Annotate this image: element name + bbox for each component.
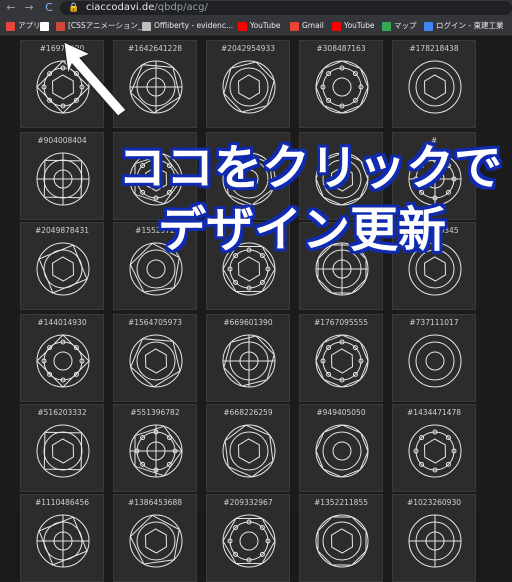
design-card[interactable]: #144014930 [20,314,104,402]
sigil-design-icon [222,334,276,388]
sigil-design-icon [36,334,90,388]
design-id-label: #209332967 [223,498,273,507]
design-id-label: #1434471478 [406,408,461,417]
sigil-design-icon [222,424,276,478]
sigil-design-icon [408,424,462,478]
bookmark-item[interactable]: Offliberty - evidenc... [142,16,233,35]
design-id-label: #669601390 [223,318,273,327]
design-id-label: #949405050 [316,408,366,417]
overlay-caption-line2: デザイン更新 [158,202,447,258]
bookmark-icon [290,21,299,31]
design-id-label: #551396782 [130,408,180,417]
bookmark-item[interactable]: Gmail [290,16,324,35]
bookmark-item[interactable] [40,16,52,35]
sigil-design-icon [129,514,183,568]
design-card[interactable]: #516203332 [20,404,104,492]
bookmark-item[interactable]: アプリ [6,16,41,35]
bookmark-icon [6,21,15,31]
bookmark-label: アプリ [18,21,41,30]
bookmark-icon [56,21,65,31]
bookmark-label: YouTube [344,21,375,30]
design-card[interactable]: #1023260930 [392,494,476,582]
sigil-design-icon [129,334,183,388]
bookmarks-bar: アプリ [CSSアニメーション_ Offliberty - evidenc... Yo… [0,16,512,36]
design-card[interactable]: #1352211855 [299,494,383,582]
lock-icon: 🔒 [68,3,80,13]
sigil-design-icon [36,152,90,206]
sigil-design-icon [408,334,462,388]
design-id-label: #668226259 [223,408,273,417]
design-id-label: #1023260930 [406,498,461,507]
bookmark-icon [238,21,247,31]
sigil-design-icon [36,514,90,568]
design-card[interactable]: #949405050 [299,404,383,492]
design-card[interactable]: #209332967 [206,494,290,582]
bookmark-item[interactable]: ログイン - 東建工業 [424,16,503,35]
url-host: ciaccodavi.de [86,2,155,13]
sigil-design-icon [408,514,462,568]
bookmark-item[interactable]: YouTube [238,16,281,35]
reload-button[interactable]: C [42,1,56,15]
design-card[interactable]: #1564705973 [113,314,197,402]
back-button[interactable]: ← [4,1,18,15]
bookmark-label: ログイン - 東建工業 [436,21,504,30]
bookmark-label: [CSSアニメーション_ [68,21,142,30]
design-card[interactable]: #2042954933 [206,40,290,128]
sigil-design-icon [315,424,369,478]
bookmark-label: Offliberty - evidenc... [154,21,234,30]
bookmark-label: マップ [394,21,417,30]
design-id-label: #2042954933 [220,44,275,53]
bookmark-icon [40,21,49,31]
sigil-design-icon [315,514,369,568]
bookmark-label: Gmail [302,21,324,30]
design-id-label: #144014930 [37,318,87,327]
design-id-label: #904008404 [37,136,87,145]
bookmark-item[interactable]: YouTube [332,16,375,35]
url-path: /qbdp/acg/ [154,2,208,13]
sigil-design-icon [315,60,369,114]
design-id-label: #308487163 [316,44,366,53]
sigil-design-icon [408,60,462,114]
bookmark-icon [332,21,341,31]
sigil-design-icon [222,60,276,114]
sigil-design-icon [36,424,90,478]
forward-button[interactable]: → [22,1,36,15]
bookmark-item[interactable]: マップ [382,16,417,35]
sigil-design-icon [129,424,183,478]
design-id-label: #178218438 [409,44,459,53]
design-card[interactable]: #1767095555 [299,314,383,402]
arrow-pointer-icon [63,41,127,117]
design-id-label: #1110486456 [34,498,89,507]
sigil-design-icon [36,242,90,296]
design-card[interactable]: #669601390 [206,314,290,402]
design-card[interactable]: #2049878431 [20,222,104,310]
bookmark-icon [142,21,151,31]
design-card[interactable]: #308487163 [299,40,383,128]
bookmark-item[interactable]: [CSSアニメーション_ [56,16,142,35]
design-id-label: #516203332 [37,408,87,417]
bookmark-icon [424,21,433,31]
bookmark-icon [382,21,391,31]
bookmark-label: YouTube [250,21,281,30]
design-card[interactable]: #904008404 [20,132,104,220]
design-card[interactable]: #1386453688 [113,494,197,582]
design-id-label: #1767095555 [313,318,368,327]
design-id-label: #737111017 [409,318,459,327]
design-id-label: #1352211855 [313,498,368,507]
design-card[interactable]: #1434471478 [392,404,476,492]
design-id-label: #2049878431 [34,226,89,235]
sigil-design-icon [315,334,369,388]
design-card[interactable]: #551396782 [113,404,197,492]
design-card[interactable]: #668226259 [206,404,290,492]
design-id-label: #1564705973 [127,318,182,327]
design-card[interactable]: #737111017 [392,314,476,402]
design-card[interactable]: #1110486456 [20,494,104,582]
browser-toolbar: ← → C 🔒 ciaccodavi.de/qbdp/acg/ [0,0,512,16]
sigil-design-icon [222,514,276,568]
design-id-label: #1386453688 [127,498,182,507]
url-text: ciaccodavi.de/qbdp/acg/ [86,0,208,16]
overlay-caption-line1: ココをクリックで [118,140,503,196]
design-card[interactable]: #178218438 [392,40,476,128]
